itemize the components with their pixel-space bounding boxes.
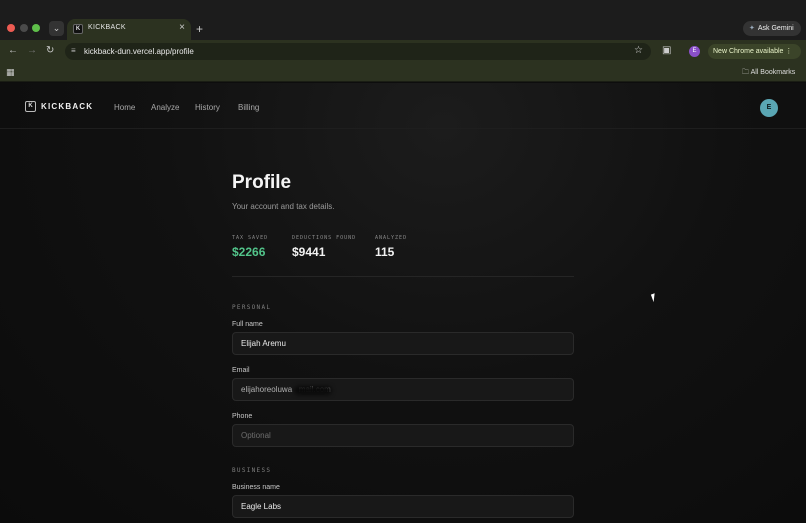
favicon-icon: K <box>73 24 83 34</box>
tab-strip: ⌄ K KICKBACK × + ✦ Ask Gemini <box>0 0 806 40</box>
stat-tax-saved-value: $2266 <box>232 245 266 259</box>
stat-deductions-value: $9441 <box>292 245 326 259</box>
stat-deductions-label: DEDUCTIONS FOUND <box>292 235 357 241</box>
ask-gemini-button[interactable]: ✦ Ask Gemini <box>743 21 801 36</box>
phone-label: Phone <box>232 413 253 420</box>
page-title: Profile <box>232 172 292 193</box>
close-window-button[interactable] <box>7 24 15 32</box>
nav-history[interactable]: History <box>195 103 220 112</box>
full-name-label: Full name <box>232 321 263 328</box>
email-label: Email <box>232 367 250 374</box>
browser-window: ⌄ K KICKBACK × + ✦ Ask Gemini ← → ↻ ≡ kic… <box>0 0 806 523</box>
business-name-label: Business name <box>232 484 280 491</box>
page-subtitle: Your account and tax details. <box>232 202 335 211</box>
stat-analyzed-value: 115 <box>375 245 395 259</box>
nav-billing[interactable]: Billing <box>238 103 259 112</box>
address-bar[interactable]: ≡ kickback-dun.vercel.app/profile ☆ <box>65 43 651 60</box>
business-section-label: BUSINESS <box>232 467 272 474</box>
app-logo[interactable]: KICKBACK <box>41 102 93 111</box>
reload-icon[interactable]: ↻ <box>46 45 54 56</box>
stat-tax-saved-label: TAX SAVED <box>232 235 269 241</box>
user-avatar[interactable]: E <box>760 99 778 117</box>
browser-profile-avatar[interactable]: E <box>689 46 700 57</box>
personal-section-label: PERSONAL <box>232 304 272 311</box>
nav-analyze[interactable]: Analyze <box>151 103 179 112</box>
stat-analyzed-label: ANALYZED <box>375 235 408 241</box>
back-icon[interactable]: ← <box>8 45 18 56</box>
update-label: New Chrome available <box>713 48 784 55</box>
nav-home[interactable]: Home <box>114 103 135 112</box>
sparkle-icon: ✦ <box>749 25 755 32</box>
bookmark-star-icon[interactable]: ☆ <box>634 45 643 56</box>
ask-gemini-label: Ask Gemini <box>757 25 794 32</box>
tab-title: KICKBACK <box>88 24 126 31</box>
browser-tab[interactable]: K KICKBACK × <box>67 19 191 40</box>
redaction-blur <box>294 386 332 395</box>
section-divider <box>232 276 574 277</box>
phone-input[interactable] <box>232 424 574 447</box>
all-bookmarks-button[interactable]: 🗀 All Bookmarks <box>742 68 795 79</box>
maximize-window-button[interactable] <box>32 24 40 32</box>
bookmarks-bar: ▦ 🗀 All Bookmarks <box>0 63 806 82</box>
logo-icon: K <box>25 101 36 112</box>
business-name-input[interactable] <box>232 495 574 518</box>
app-navbar: K KICKBACK Home Analyze History Billing … <box>0 83 806 129</box>
forward-icon[interactable]: → <box>27 45 37 56</box>
minimize-window-button[interactable] <box>20 24 28 32</box>
chrome-update-button[interactable]: New Chrome available ⋮ <box>708 44 801 59</box>
all-bookmarks-label: All Bookmarks <box>750 69 796 76</box>
app-viewport: K KICKBACK Home Analyze History Billing … <box>0 83 806 523</box>
new-tab-icon[interactable]: + <box>196 22 203 36</box>
browser-toolbar: ← → ↻ ≡ kickback-dun.vercel.app/profile … <box>0 40 806 63</box>
extensions-icon[interactable]: ▣ <box>662 45 671 56</box>
close-tab-icon[interactable]: × <box>179 22 185 33</box>
tab-search-button[interactable]: ⌄ <box>49 21 64 36</box>
email-input[interactable] <box>232 378 574 401</box>
full-name-input[interactable] <box>232 332 574 355</box>
apps-grid-icon[interactable]: ▦ <box>6 67 15 78</box>
url-text: kickback-dun.vercel.app/profile <box>84 47 194 56</box>
site-settings-icon[interactable]: ≡ <box>71 46 76 55</box>
